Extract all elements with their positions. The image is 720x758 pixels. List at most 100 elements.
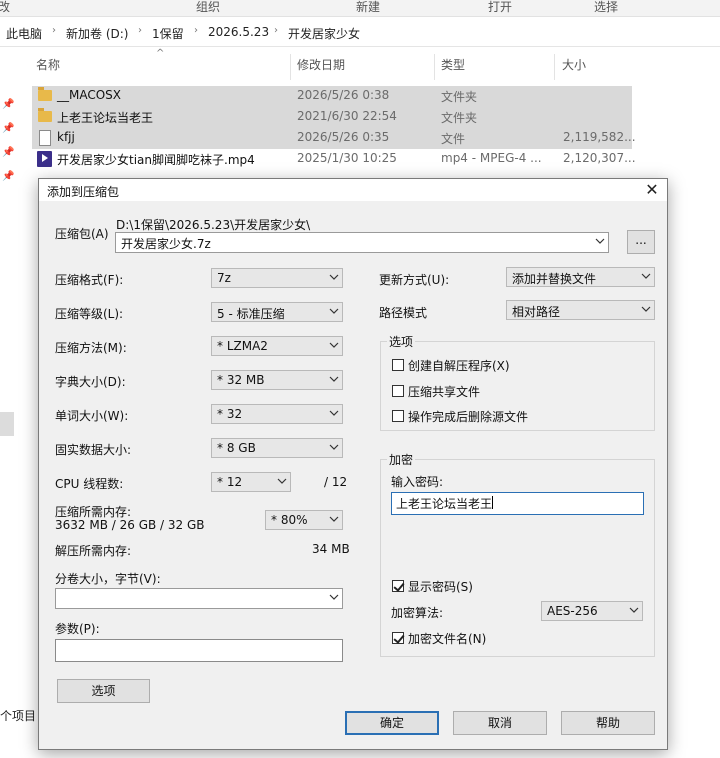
- browse-button[interactable]: ...: [627, 230, 655, 254]
- decompress-memory-value: 34 MB: [312, 542, 350, 556]
- file-name: __MACOSX: [57, 88, 122, 102]
- split-volume-combo[interactable]: [55, 588, 343, 609]
- breadcrumb-item[interactable]: 开发居家少女: [288, 25, 360, 42]
- chevron-right-icon[interactable]: ›: [274, 25, 278, 36]
- column-header-size[interactable]: 大小: [562, 56, 586, 80]
- chevron-down-icon: [629, 607, 639, 613]
- chevron-down-icon: [329, 594, 339, 600]
- sort-ascending-icon: ^: [156, 48, 165, 59]
- ribbon-group-label: 选择: [594, 0, 619, 14]
- file-type: 文件夹: [441, 90, 478, 104]
- column-divider[interactable]: [434, 54, 435, 80]
- encrypt-filenames-label[interactable]: 加密文件名(N): [408, 630, 486, 647]
- close-icon[interactable]: ✕: [641, 180, 663, 200]
- nav-pane-selected-item[interactable]: [0, 412, 14, 436]
- file-modified: 2021/6/30 22:54: [297, 109, 397, 123]
- file-row[interactable]: kfjj 2026/5/26 0:35 文件 2,119,582...: [32, 128, 636, 149]
- file-modified: 2026/5/26 0:35: [297, 130, 390, 144]
- file-type: mp4 - MPEG-4 ...: [441, 151, 542, 165]
- file-row[interactable]: __MACOSX 2026/5/26 0:38 文件夹: [32, 86, 632, 107]
- breadcrumb-item[interactable]: 2026.5.23: [208, 25, 269, 39]
- ribbon-group-label: 新建: [356, 0, 381, 14]
- chevron-down-icon: [641, 306, 651, 312]
- file-name: 上老王论坛当老王: [57, 111, 154, 125]
- column-header-modified[interactable]: 修改日期: [297, 56, 345, 80]
- cpu-threads-label: CPU 线程数:: [55, 477, 124, 491]
- file-type: 文件: [441, 132, 466, 146]
- chevron-down-icon: [329, 516, 339, 522]
- level-value: 5 - 标准压缩: [217, 307, 285, 321]
- encrypt-filenames-checkbox[interactable]: [392, 632, 404, 644]
- memory-usage-select[interactable]: * 80%: [265, 510, 343, 530]
- method-label: 压缩方法(M):: [55, 341, 127, 355]
- file-icon: [39, 130, 51, 146]
- breadcrumb-item[interactable]: 新加卷 (D:): [66, 25, 128, 42]
- pin-icon[interactable]: 📌: [2, 147, 14, 158]
- path-mode-label: 路径模式: [379, 306, 428, 320]
- delete-after-checkbox[interactable]: [392, 410, 404, 422]
- solid-block-label: 固实数据大小:: [55, 443, 132, 457]
- address-bar[interactable]: 此电脑 › 新加卷 (D:) › 1保留 › 2026.5.23 › 开发居家少…: [0, 18, 720, 47]
- path-mode-select[interactable]: 相对路径: [506, 300, 655, 320]
- add-to-archive-dialog: 添加到压缩包 ✕ 压缩包(A) D:\1保留\2026.5.23\开发居家少女\…: [38, 178, 668, 750]
- solid-block-select[interactable]: * 8 GB: [211, 438, 343, 458]
- chevron-down-icon: [277, 478, 287, 484]
- encryption-method-select[interactable]: AES-256: [541, 601, 643, 621]
- dialog-titlebar[interactable]: 添加到压缩包 ✕: [39, 179, 667, 201]
- options-group-title: 选项: [387, 333, 416, 350]
- archive-name-combo[interactable]: 开发居家少女.7z: [115, 232, 609, 253]
- password-label: 输入密码:: [391, 475, 444, 489]
- options-button[interactable]: 选项: [57, 679, 150, 703]
- pin-icon[interactable]: 📌: [2, 99, 14, 110]
- show-password-checkbox[interactable]: [392, 580, 404, 592]
- encryption-method-value: AES-256: [547, 604, 598, 618]
- dictionary-select[interactable]: * 32 MB: [211, 370, 343, 390]
- chevron-down-icon: [595, 238, 605, 244]
- compress-shared-label[interactable]: 压缩共享文件: [408, 383, 480, 400]
- column-header-type[interactable]: 类型: [441, 56, 465, 80]
- decompress-memory-label: 解压所需内存:: [55, 544, 132, 558]
- chevron-right-icon[interactable]: ›: [52, 25, 56, 36]
- word-size-select[interactable]: * 32: [211, 404, 343, 424]
- status-item-count: 个项目: [0, 709, 37, 723]
- memory-usage-value: * 80%: [271, 513, 308, 527]
- file-row[interactable]: 开发居家少女tian脚闻脚吃袜子.mp4 2025/1/30 10:25 mp4…: [32, 149, 636, 170]
- ok-button[interactable]: 确定: [345, 711, 439, 735]
- parameters-input[interactable]: [55, 639, 343, 662]
- column-divider[interactable]: [290, 54, 291, 80]
- pin-icon[interactable]: 📌: [2, 123, 14, 134]
- navigation-pane: 📌 📌 📌 📌: [0, 47, 20, 758]
- word-size-value: * 32: [217, 407, 243, 421]
- chevron-right-icon[interactable]: ›: [138, 25, 142, 36]
- solid-block-value: * 8 GB: [217, 441, 256, 455]
- pin-icon[interactable]: 📌: [2, 171, 14, 182]
- ribbon-group-bar: 改 组织 新建 打开 选择: [0, 0, 720, 17]
- help-button[interactable]: 帮助: [561, 711, 655, 735]
- breadcrumb-item[interactable]: 1保留: [152, 25, 184, 42]
- level-select[interactable]: 5 - 标准压缩: [211, 302, 343, 322]
- breadcrumb-item[interactable]: 此电脑: [6, 25, 42, 42]
- cpu-threads-select[interactable]: * 12: [211, 472, 291, 492]
- file-row[interactable]: 上老王论坛当老王 2021/6/30 22:54 文件夹: [32, 107, 632, 128]
- ribbon-group-label: 打开: [488, 0, 513, 14]
- file-type: 文件夹: [441, 111, 478, 125]
- update-mode-select[interactable]: 添加并替换文件: [506, 267, 655, 287]
- create-sfx-label[interactable]: 创建自解压程序(X): [408, 357, 510, 374]
- file-size: 2,119,582...: [563, 130, 636, 144]
- create-sfx-checkbox[interactable]: [392, 359, 404, 371]
- column-divider[interactable]: [554, 54, 555, 80]
- archive-path: D:\1保留\2026.5.23\开发居家少女\: [116, 218, 311, 232]
- chevron-right-icon[interactable]: ›: [194, 25, 198, 36]
- cancel-button[interactable]: 取消: [453, 711, 547, 735]
- column-header-name[interactable]: 名称: [36, 56, 60, 80]
- password-input[interactable]: 上老王论坛当老王: [391, 492, 644, 515]
- update-mode-value: 添加并替换文件: [512, 272, 597, 286]
- path-mode-value: 相对路径: [512, 305, 561, 319]
- show-password-label[interactable]: 显示密码(S): [408, 578, 473, 595]
- delete-after-label[interactable]: 操作完成后删除源文件: [408, 408, 528, 425]
- method-select[interactable]: * LZMA2: [211, 336, 343, 356]
- format-select[interactable]: 7z: [211, 268, 343, 288]
- folder-icon: [38, 108, 52, 122]
- compress-shared-checkbox[interactable]: [392, 385, 404, 397]
- parameters-label: 参数(P):: [55, 622, 100, 636]
